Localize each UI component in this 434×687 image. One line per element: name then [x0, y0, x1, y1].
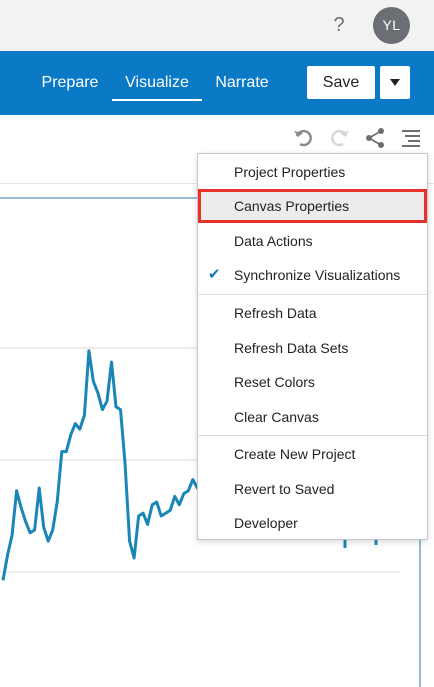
menu-item-reset-colors[interactable]: Reset Colors	[198, 365, 427, 399]
menu-item-data-actions[interactable]: Data Actions	[198, 224, 427, 258]
checkmark-icon: ✔	[208, 266, 221, 283]
menu-item-canvas-properties[interactable]: Canvas Properties	[198, 189, 427, 223]
menu-item-refresh-data[interactable]: Refresh Data	[198, 296, 427, 330]
menu-item-project-properties[interactable]: Project Properties	[198, 155, 427, 189]
redo-icon[interactable]	[328, 127, 350, 149]
menu-item-revert-to-saved[interactable]: Revert to Saved	[198, 472, 427, 506]
menu-item-clear-canvas[interactable]: Clear Canvas	[198, 400, 427, 434]
tab-visualize[interactable]: Visualize	[112, 71, 202, 101]
canvas-options-menu: Project Properties Canvas Properties Dat…	[197, 153, 428, 540]
menu-item-label: Synchronize Visualizations	[234, 267, 401, 283]
menu-item-synchronize-visualizations[interactable]: ✔ Synchronize Visualizations	[198, 258, 427, 292]
menu-lines-icon[interactable]	[400, 127, 422, 149]
top-bar: ? YL	[0, 0, 434, 51]
app-header: Prepare Visualize Narrate Save	[0, 51, 434, 115]
save-options-dropdown[interactable]	[380, 66, 410, 99]
menu-divider	[198, 294, 427, 295]
tab-narrate[interactable]: Narrate	[212, 71, 272, 99]
share-icon[interactable]	[364, 127, 386, 149]
save-button[interactable]: Save	[307, 66, 375, 99]
menu-divider	[198, 435, 427, 436]
undo-icon[interactable]	[293, 127, 315, 149]
menu-item-developer[interactable]: Developer	[198, 506, 427, 540]
menu-item-create-new-project[interactable]: Create New Project	[198, 437, 427, 471]
tab-prepare[interactable]: Prepare	[40, 71, 100, 99]
menu-item-refresh-data-sets[interactable]: Refresh Data Sets	[198, 331, 427, 365]
user-avatar[interactable]: YL	[373, 7, 410, 44]
help-icon[interactable]: ?	[331, 10, 347, 40]
